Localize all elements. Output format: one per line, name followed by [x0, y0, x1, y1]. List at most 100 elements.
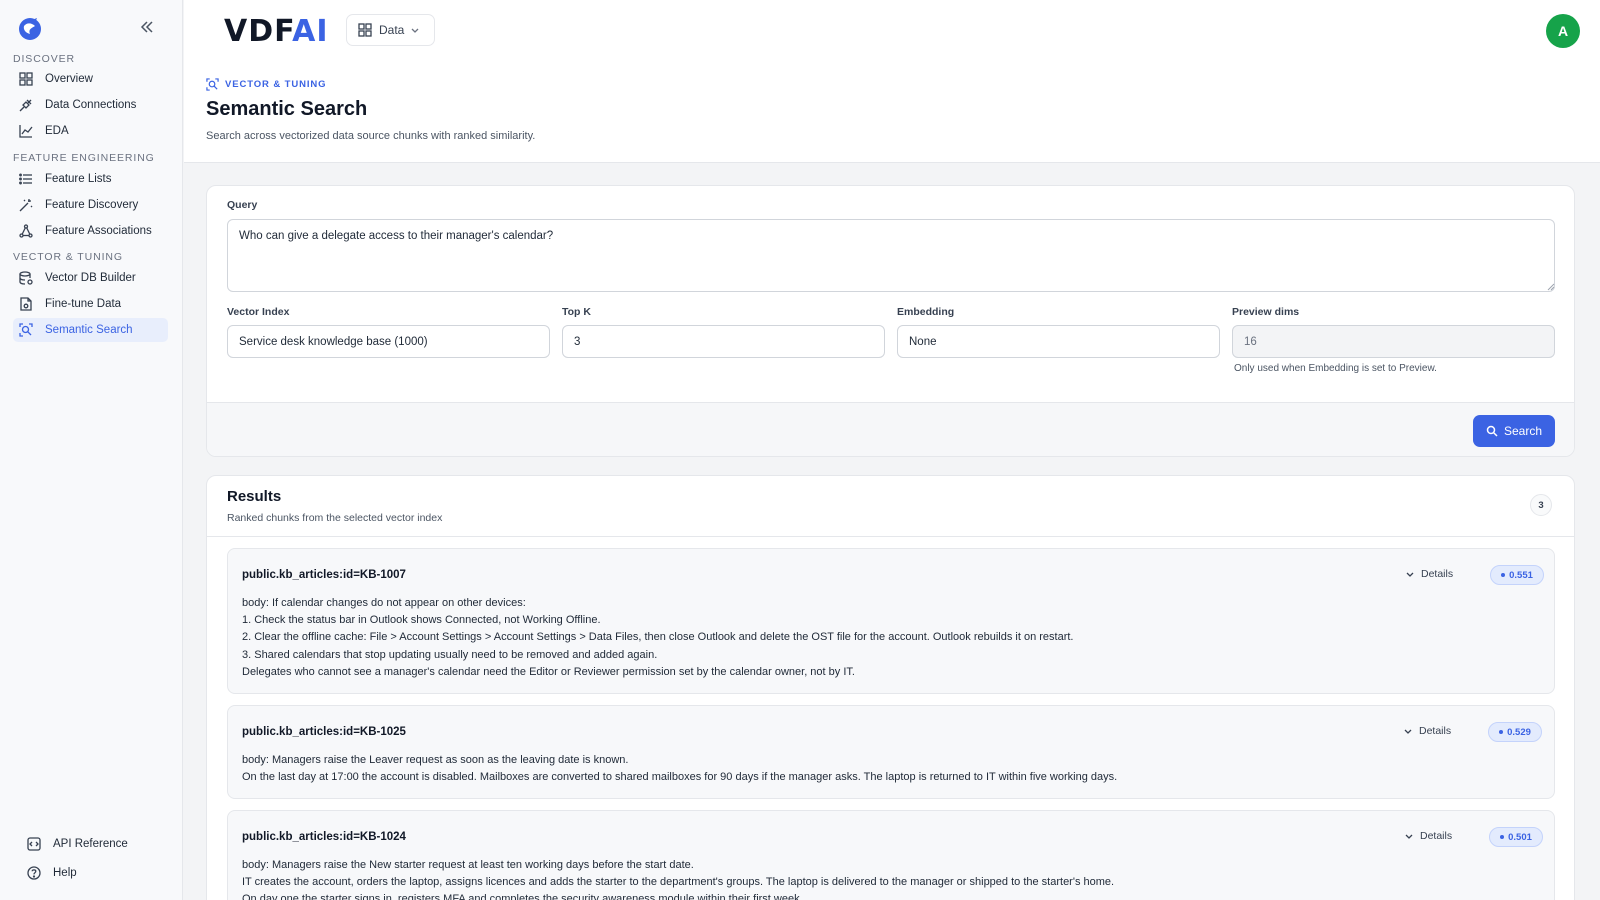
sidebar-item-fine-tune-data[interactable]: Fine-tune Data [13, 292, 168, 316]
results-count-badge: 3 [1530, 494, 1552, 516]
query-card: Query Who can give a delegate access to … [206, 185, 1575, 457]
sidebar-item-label: Feature Associations [45, 225, 152, 237]
result-body-line: body: If calendar changes do not appear … [242, 597, 526, 609]
data-menu-button[interactable]: Data [346, 14, 435, 46]
chart-icon [18, 123, 34, 139]
query-label: Query [227, 199, 258, 211]
grid-icon [18, 71, 34, 87]
brand-logo[interactable]: VDFAI [224, 14, 329, 49]
results-title: Results [227, 488, 282, 505]
grid-icon [358, 23, 372, 37]
result-details-toggle[interactable]: Details [1404, 830, 1452, 842]
search-icon [1486, 425, 1498, 437]
sidebar-item-label: EDA [45, 125, 69, 137]
result-body-line: body: Managers raise the New starter req… [242, 859, 694, 871]
brand-accent: AI [292, 14, 329, 49]
sidebar-item-label: Feature Discovery [45, 199, 139, 211]
score-dot [1500, 835, 1505, 839]
embedding-label: Embedding [897, 306, 955, 318]
sidebar-item-label: Fine-tune Data [45, 298, 122, 310]
sidebar-item-eda[interactable]: EDA [13, 119, 168, 143]
result-body-line: On the last day at 17:00 the account is … [242, 771, 1118, 784]
user-avatar[interactable]: A [1546, 14, 1580, 48]
breadcrumb: VECTOR & TUNING [206, 78, 326, 91]
result-body: body: Managers raise the Leaver request … [242, 752, 1117, 786]
query-textarea[interactable]: Who can give a delegate access to their … [227, 219, 1555, 292]
chevron-down-icon [411, 28, 419, 33]
details-label: Details [1421, 568, 1454, 580]
result-body: body: If calendar changes do not appear … [242, 595, 1073, 681]
vector-index-select[interactable]: Service desk knowledge base (1000) [227, 325, 550, 358]
result-body-line: IT creates the account, orders the lapto… [242, 876, 1115, 889]
divider [207, 536, 1574, 537]
sidebar: DISCOVER Overview Data Connections EDA F… [0, 0, 183, 900]
data-button-label: Data [379, 23, 405, 37]
topk-label: Top K [562, 306, 591, 318]
chevron-down-icon [1404, 729, 1412, 734]
result-details-toggle[interactable]: Details [1405, 568, 1453, 580]
sidebar-section-feature-engineering: FEATURE ENGINEERING [13, 152, 155, 164]
preview-dims-input[interactable]: 16 [1232, 325, 1555, 358]
score-dot [1499, 730, 1504, 734]
result-body-line: Delegates who cannot see a manager's cal… [242, 665, 855, 678]
search-button[interactable]: Search [1473, 415, 1555, 447]
result-item: public.kb_articles:id=KB-1007 Details 0.… [227, 548, 1555, 694]
sidebar-section-vector-tuning: VECTOR & TUNING [13, 251, 123, 263]
sidebar-item-label: Semantic Search [45, 324, 133, 336]
sidebar-item-label: Overview [45, 73, 93, 85]
results-card: Results Ranked chunks from the selected … [206, 475, 1575, 900]
database-icon [18, 270, 34, 286]
search-scan-icon [18, 322, 34, 338]
result-item: public.kb_articles:id=KB-1025 Details 0.… [227, 705, 1555, 799]
result-details-toggle[interactable]: Details [1403, 725, 1451, 737]
sidebar-item-data-connections[interactable]: Data Connections [13, 93, 168, 117]
chevron-down-icon [1405, 834, 1413, 839]
list-icon [18, 171, 34, 187]
vector-index-label: Vector Index [227, 306, 290, 318]
similarity-score-badge: 0.551 [1490, 565, 1544, 585]
result-body-line: body: Managers raise the Leaver request … [242, 754, 629, 766]
result-item: public.kb_articles:id=KB-1024 Details 0.… [227, 810, 1555, 900]
page-title: Semantic Search [206, 98, 368, 120]
result-id: public.kb_articles:id=KB-1024 [242, 831, 406, 843]
sidebar-item-feature-discovery[interactable]: Feature Discovery [13, 193, 168, 217]
sidebar-item-overview[interactable]: Overview [13, 67, 168, 91]
results-subtitle: Ranked chunks from the selected vector i… [227, 512, 443, 524]
help-icon [26, 865, 42, 881]
sidebar-api-reference[interactable]: API Reference [26, 836, 128, 852]
preview-dims-label: Preview dims [1232, 306, 1300, 318]
search-button-label: Search [1503, 424, 1543, 438]
sidebar-item-semantic-search[interactable]: Semantic Search [13, 318, 168, 342]
search-scan-icon [206, 78, 219, 91]
topk-input[interactable]: 3 [562, 325, 885, 358]
result-body-line: On day one the starter signs in, registe… [242, 893, 803, 900]
page-header: VDFAI Data A VECTOR & TUNING Semantic Se… [184, 0, 1600, 163]
wand-icon [18, 197, 34, 213]
sidebar-item-label: Data Connections [45, 99, 137, 111]
query-card-footer [207, 402, 1574, 456]
score-value: 0.501 [1508, 831, 1532, 843]
result-body-line: 3. Shared calendars that stop updating u… [242, 648, 658, 661]
sidebar-item-vector-db-builder[interactable]: Vector DB Builder [13, 266, 168, 290]
preview-dims-hint: Only used when Embedding is set to Previ… [1234, 363, 1437, 374]
sidebar-item-label: Feature Lists [45, 173, 112, 185]
network-icon [18, 223, 34, 239]
resize-handle-icon[interactable] [1547, 283, 1555, 291]
page-subtitle: Search across vectorized data source chu… [206, 130, 536, 142]
result-id: public.kb_articles:id=KB-1025 [242, 726, 406, 738]
details-label: Details [1419, 725, 1452, 737]
result-body-line: 1. Check the status bar in Outlook shows… [242, 614, 601, 627]
sidebar-help[interactable]: Help [26, 865, 77, 881]
embedding-select[interactable]: None [897, 325, 1220, 358]
score-value: 0.529 [1507, 726, 1531, 738]
collapse-sidebar-icon[interactable] [139, 19, 155, 35]
sidebar-item-feature-lists[interactable]: Feature Lists [13, 167, 168, 191]
plug-icon [18, 97, 34, 113]
similarity-score-badge: 0.529 [1488, 722, 1542, 742]
sidebar-item-label: Vector DB Builder [45, 272, 136, 284]
result-body-line: 2. Clear the offline cache: File > Accou… [242, 631, 1074, 644]
app-logo-icon[interactable] [18, 17, 42, 41]
chevron-down-icon [1406, 572, 1414, 577]
sidebar-item-feature-associations[interactable]: Feature Associations [13, 219, 168, 243]
file-icon [18, 296, 34, 312]
